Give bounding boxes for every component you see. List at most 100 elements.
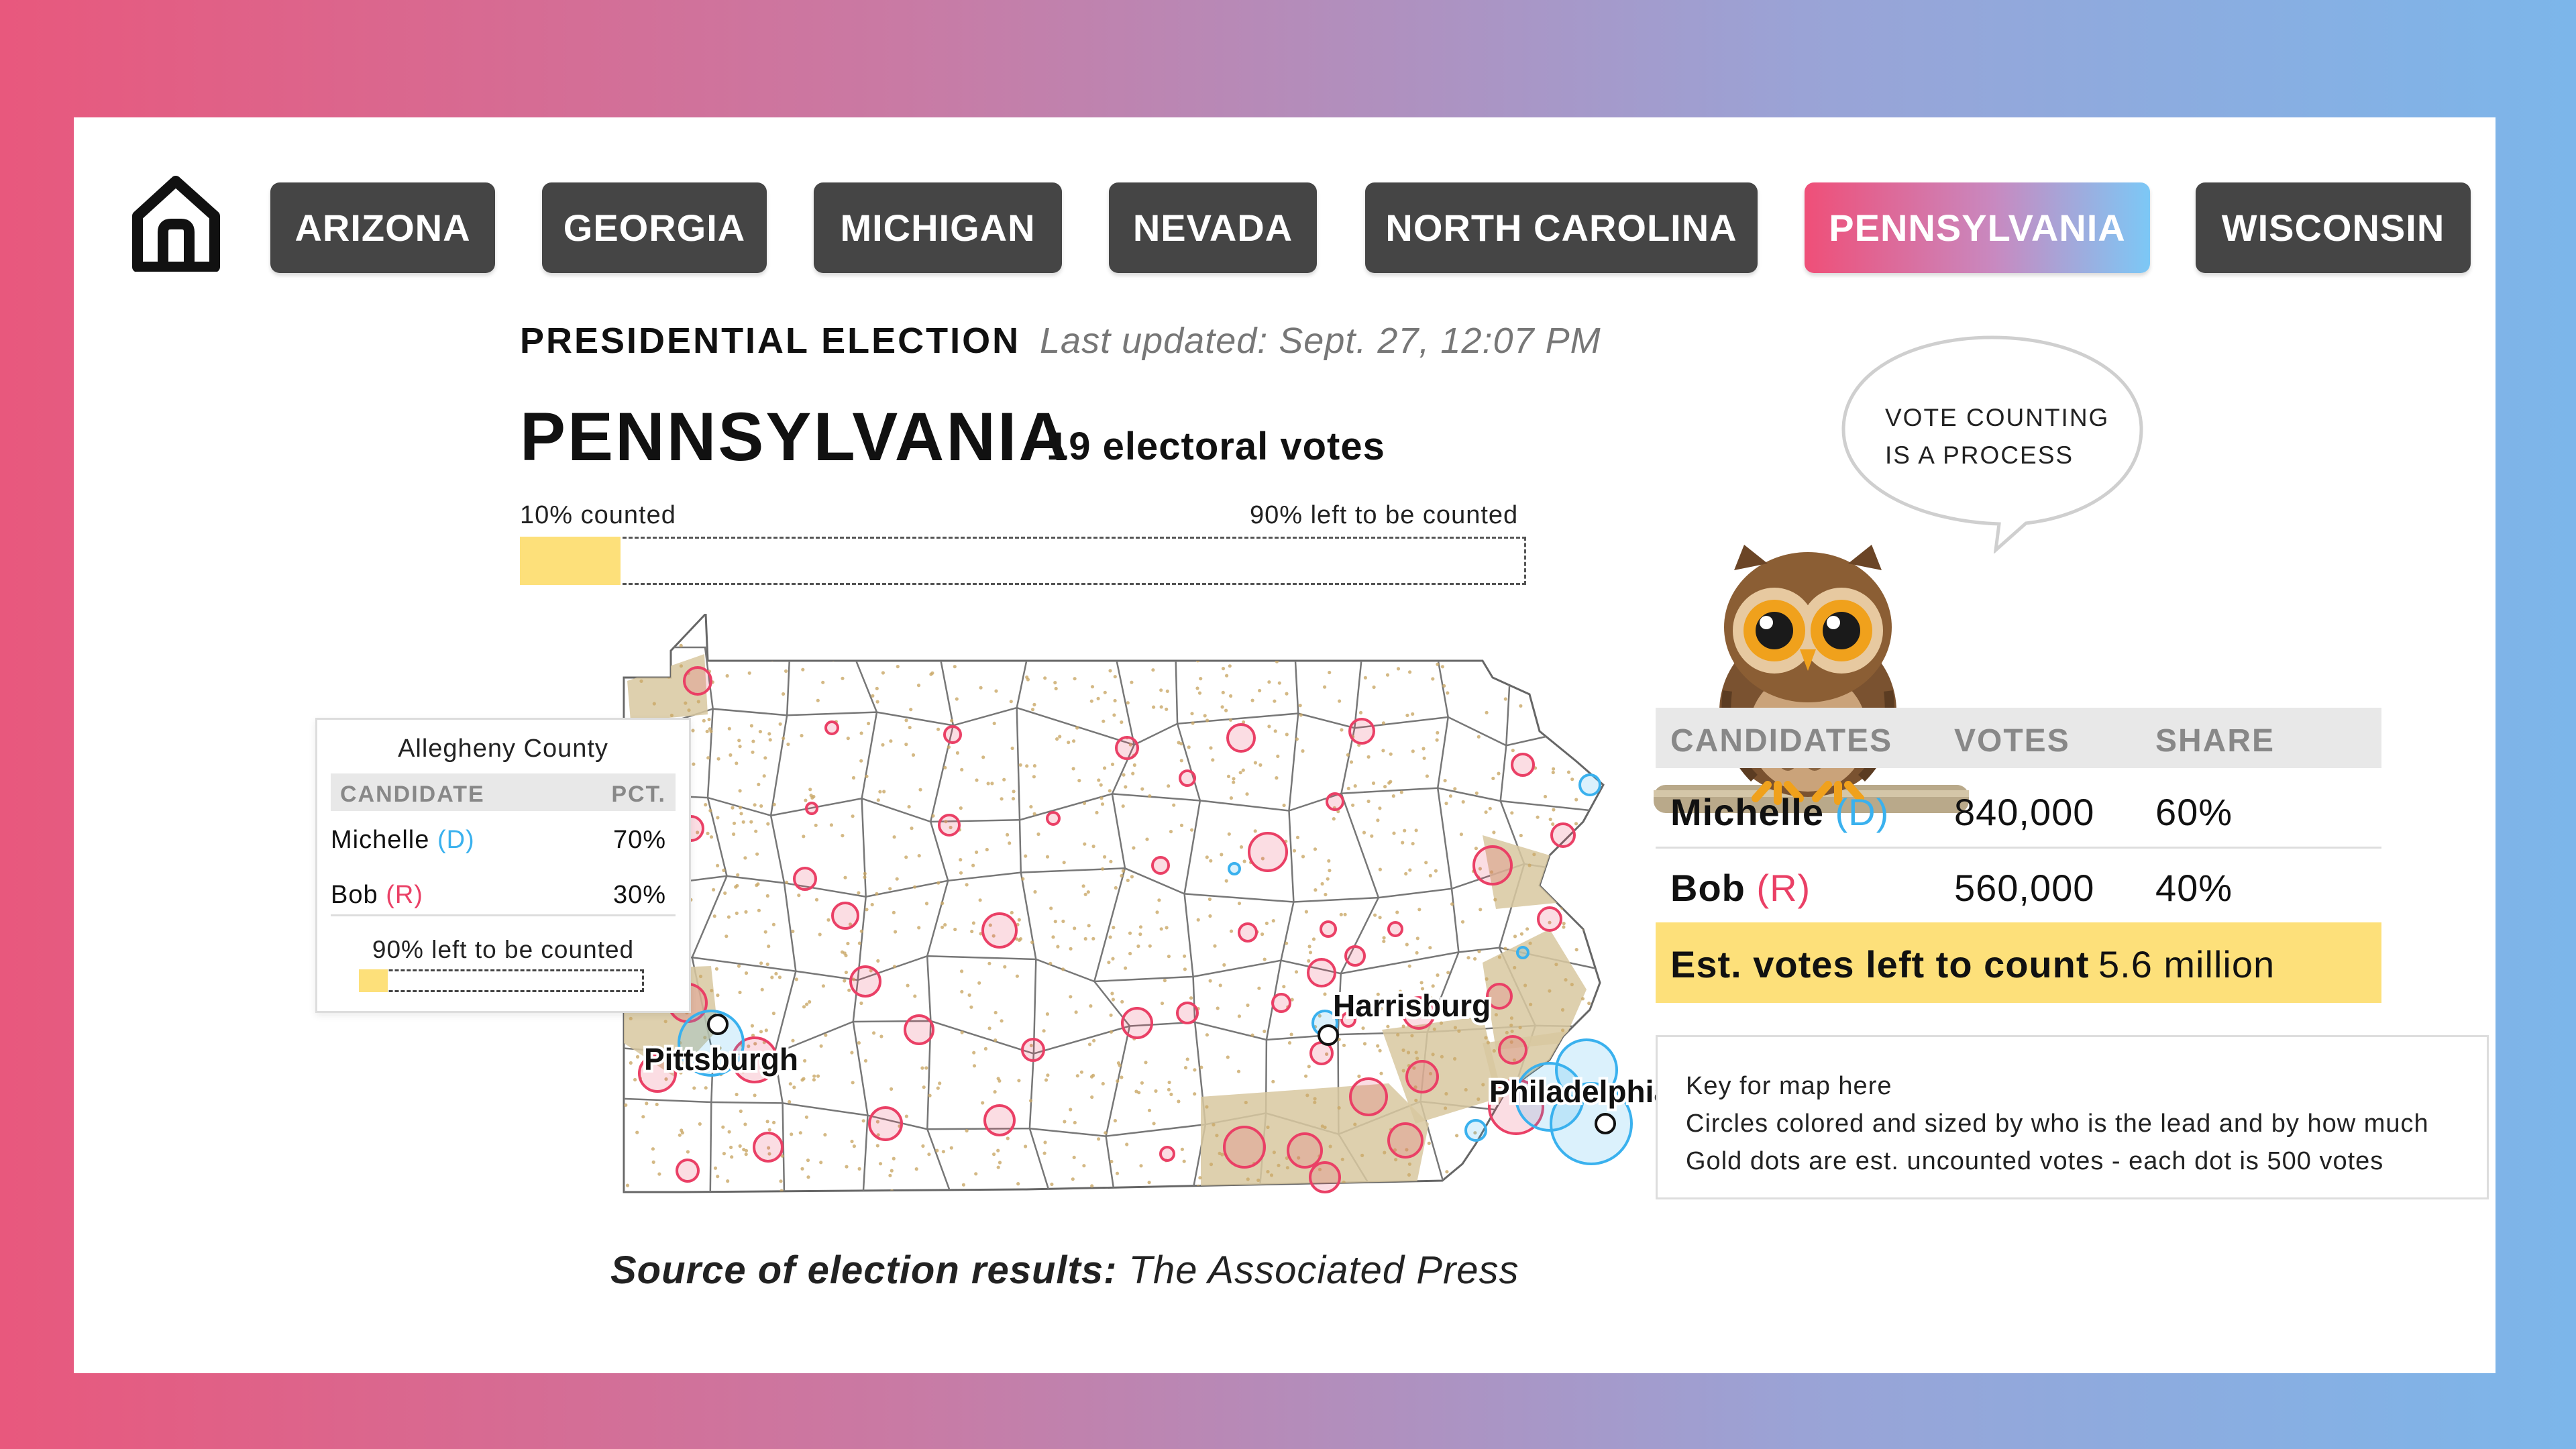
- uncounted-vote-dot: [1304, 910, 1308, 914]
- uncounted-vote-dot: [808, 1000, 812, 1004]
- uncounted-vote-dot: [1266, 1170, 1270, 1174]
- uncounted-vote-dot: [1552, 808, 1556, 812]
- tab-michigan[interactable]: MICHIGAN: [814, 182, 1062, 273]
- uncounted-vote-dot: [859, 731, 863, 735]
- uncounted-vote-dot: [1399, 647, 1403, 651]
- uncounted-vote-dot: [1267, 680, 1271, 684]
- uncounted-vote-dot: [1565, 662, 1569, 666]
- tab-north-carolina[interactable]: NORTH CAROLINA: [1365, 182, 1758, 273]
- uncounted-vote-dot: [865, 774, 869, 778]
- uncounted-vote-dot: [924, 1066, 928, 1070]
- tab-georgia[interactable]: GEORGIA: [542, 182, 767, 273]
- uncounted-vote-dot: [806, 1159, 810, 1163]
- uncounted-vote-dot: [1362, 1042, 1367, 1046]
- uncounted-vote-dot: [959, 858, 963, 862]
- uncounted-vote-dot: [1277, 681, 1281, 685]
- page-title: PENNSYLVANIA: [520, 398, 1070, 475]
- uncounted-vote-dot: [712, 914, 716, 918]
- uncounted-vote-dot: [972, 1051, 976, 1055]
- uncounted-vote-dot: [1032, 775, 1036, 779]
- uncounted-vote-dot: [735, 911, 739, 915]
- uncounted-vote-dot: [857, 941, 861, 945]
- uncounted-vote-dot: [904, 1114, 908, 1118]
- uncounted-vote-dot: [1339, 912, 1343, 916]
- uncounted-vote-dot: [714, 967, 718, 971]
- uncounted-vote-dot: [1229, 694, 1233, 698]
- uncounted-vote-dot: [1513, 965, 1517, 970]
- uncounted-vote-dot: [1111, 998, 1115, 1002]
- uncounted-vote-dot: [1428, 946, 1432, 950]
- uncounted-vote-dot: [1110, 991, 1114, 996]
- uncounted-vote-dot: [1574, 822, 1578, 826]
- uncounted-vote-dot: [1010, 910, 1014, 915]
- home-icon[interactable]: [131, 174, 221, 272]
- uncounted-vote-dot: [1407, 964, 1411, 968]
- uncounted-vote-dot: [743, 856, 747, 860]
- uncounted-vote-dot: [1138, 925, 1143, 929]
- uncounted-vote-dot: [729, 1145, 733, 1149]
- uncounted-vote-dot: [1593, 876, 1597, 881]
- uncounted-vote-dot: [1016, 1182, 1020, 1186]
- col-votes: VOTES: [1954, 723, 2070, 759]
- uncounted-vote-dot: [863, 875, 867, 879]
- uncounted-vote-dot: [1090, 685, 1095, 689]
- uncounted-vote-dot: [757, 782, 761, 786]
- uncounted-vote-dot: [994, 689, 998, 693]
- tab-arizona[interactable]: ARIZONA: [270, 182, 495, 273]
- uncounted-vote-dot: [863, 1059, 868, 1063]
- uncounted-vote-dot: [1109, 1013, 1113, 1017]
- main-card: ARIZONA GEORGIA MICHIGAN NEVADA NORTH CA…: [74, 117, 2496, 1373]
- uncounted-vote-dot: [1537, 640, 1541, 644]
- uncounted-vote-dot: [892, 835, 896, 839]
- uncounted-vote-dot: [741, 820, 745, 824]
- uncounted-vote-dot: [777, 647, 782, 651]
- uncounted-vote-dot: [1328, 1144, 1332, 1148]
- uncounted-vote-dot: [1032, 812, 1036, 816]
- tab-wisconsin[interactable]: WISCONSIN: [2196, 182, 2471, 273]
- county-candidate-name: Michelle: [331, 826, 430, 854]
- uncounted-vote-dot: [735, 1092, 739, 1097]
- uncounted-vote-dot: [751, 750, 755, 754]
- uncounted-vote-dot: [1094, 644, 1098, 648]
- tab-pennsylvania[interactable]: PENNSYLVANIA: [1805, 182, 2150, 273]
- uncounted-vote-dot: [1212, 1123, 1216, 1127]
- uncounted-vote-dot: [1003, 965, 1007, 969]
- uncounted-vote-dot: [851, 775, 856, 780]
- uncounted-vote-dot: [1419, 981, 1424, 985]
- uncounted-vote-dot: [1277, 1163, 1281, 1167]
- uncounted-vote-dot: [1570, 726, 1574, 730]
- uncounted-vote-dot: [1285, 692, 1289, 696]
- uncounted-vote-dot: [765, 962, 769, 966]
- uncounted-vote-dot: [1069, 947, 1073, 951]
- uncounted-vote-dot: [765, 894, 769, 898]
- state-map[interactable]: Pittsburgh Harrisburg Philadelphia: [610, 614, 1697, 1218]
- uncounted-vote-dot: [1370, 834, 1374, 838]
- uncounted-vote-dot: [804, 1115, 808, 1119]
- uncounted-vote-dot: [1148, 944, 1152, 948]
- uncounted-vote-dot: [892, 965, 897, 969]
- county-table-header: CANDIDATE PCT.: [331, 773, 676, 811]
- uncounted-vote-dot: [1515, 639, 1519, 643]
- votes-left-banner: Est. votes left to count 5.6 million: [1656, 922, 2381, 1003]
- uncounted-vote-dot: [727, 915, 731, 919]
- uncounted-vote-dot: [1017, 918, 1021, 922]
- uncounted-vote-dot: [1415, 951, 1419, 955]
- uncounted-vote-dot: [1547, 1181, 1551, 1185]
- uncounted-vote-dot: [1457, 1029, 1461, 1033]
- uncounted-vote-dot: [1446, 971, 1450, 975]
- uncounted-vote-dot: [1405, 943, 1409, 947]
- uncounted-vote-dot: [1587, 900, 1591, 904]
- uncounted-vote-dot: [704, 803, 708, 807]
- tab-nevada[interactable]: NEVADA: [1109, 182, 1317, 273]
- uncounted-vote-dot: [928, 1093, 932, 1097]
- uncounted-vote-dot: [1561, 1028, 1565, 1032]
- uncounted-vote-dot: [1271, 1079, 1275, 1083]
- uncounted-vote-dot: [788, 1099, 792, 1104]
- uncounted-vote-dot: [1505, 1030, 1509, 1034]
- uncounted-vote-dot: [960, 1030, 964, 1034]
- uncounted-vote-dot: [1551, 822, 1555, 826]
- uncounted-vote-dot: [782, 692, 786, 696]
- uncounted-vote-dot: [1323, 1125, 1327, 1130]
- uncounted-vote-dot: [744, 647, 748, 651]
- uncounted-vote-dot: [1394, 1158, 1398, 1162]
